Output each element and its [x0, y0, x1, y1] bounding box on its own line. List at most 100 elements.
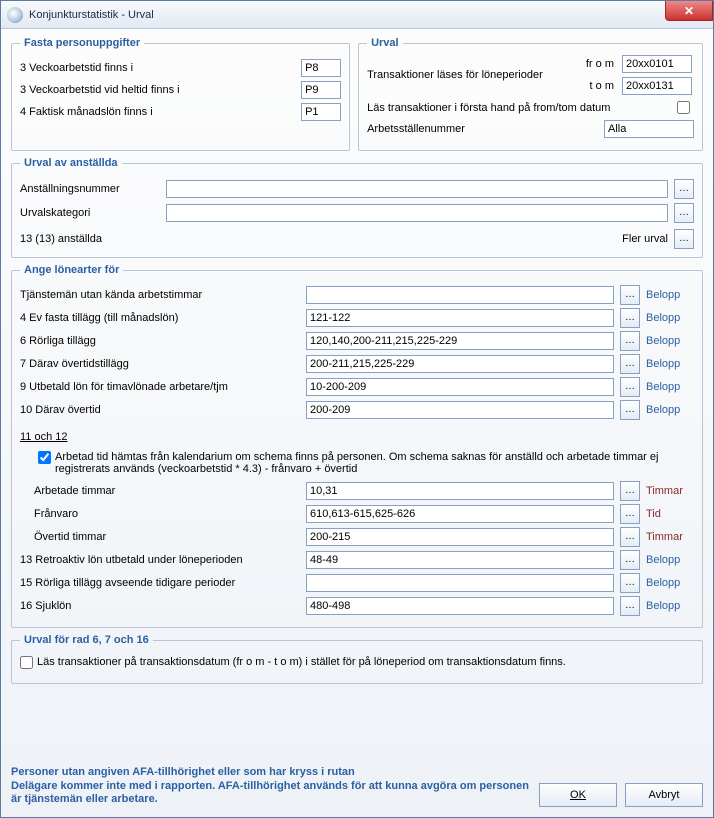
loneart-row: 7 Därav övertidstillägg … Belopp	[20, 354, 694, 374]
loneart2-row: 13 Retroaktiv lön utbetald under löneper…	[20, 550, 694, 570]
loneart2-label: 13 Retroaktiv lön utbetald under löneper…	[20, 554, 300, 566]
loneart2-input[interactable]	[306, 574, 614, 592]
lonearter-subhead: 11 och 12	[20, 431, 68, 443]
fasta-r3-label: 4 Faktisk månadslön finns i	[20, 106, 295, 118]
loneart2-unit-link[interactable]: Belopp	[646, 577, 694, 589]
lonearter-check-label: Arbetad tid hämtas från kalendarium om s…	[55, 451, 694, 475]
urval-to-input[interactable]	[622, 77, 692, 95]
loneart2-label: Frånvaro	[20, 508, 300, 520]
anst-count: 13 (13) anställda	[20, 233, 102, 245]
anst-nr-input[interactable]	[166, 180, 668, 198]
footer: Personer utan angiven AFA-tillhörighet e…	[1, 762, 713, 817]
anst-nr-browse[interactable]: …	[674, 179, 694, 199]
urval-arbsts-input[interactable]	[604, 120, 694, 138]
urval6716-legend: Urval för rad 6, 7 och 16	[20, 634, 153, 646]
urval-to-label: t o m	[570, 80, 614, 92]
urval-anst-legend: Urval av anställda	[20, 157, 122, 169]
fasta-r1-input[interactable]	[301, 59, 341, 77]
lonearter-check-11-12[interactable]	[38, 451, 51, 464]
close-button[interactable]: ✕	[665, 1, 713, 21]
loneart-browse[interactable]: …	[620, 377, 640, 397]
fasta-r2-input[interactable]	[301, 81, 341, 99]
loneart-label: 6 Rörliga tillägg	[20, 335, 300, 347]
loneart2-label: 15 Rörliga tillägg avseende tidigare per…	[20, 577, 300, 589]
loneart-label: 7 Därav övertidstillägg	[20, 358, 300, 370]
urval-6-7-16-group: Urval för rad 6, 7 och 16 Läs transaktio…	[11, 634, 703, 684]
loneart2-browse[interactable]: …	[620, 596, 640, 616]
loneart2-input[interactable]	[306, 528, 614, 546]
urval-group: Urval Transaktioner läses för löneperiod…	[358, 37, 703, 151]
loneart2-label: 16 Sjuklön	[20, 600, 300, 612]
cancel-button[interactable]: Avbryt	[625, 783, 703, 807]
urval-from-input[interactable]	[622, 55, 692, 73]
loneart2-input[interactable]	[306, 597, 614, 615]
loneart2-unit-link[interactable]: Timmar	[646, 531, 694, 543]
loneart2-browse[interactable]: …	[620, 504, 640, 524]
anst-kat-browse[interactable]: …	[674, 203, 694, 223]
loneart-unit-link[interactable]: Belopp	[646, 381, 694, 393]
loneart-input[interactable]	[306, 378, 614, 396]
loneart-unit-link[interactable]: Belopp	[646, 358, 694, 370]
loneart2-input[interactable]	[306, 482, 614, 500]
loneart2-unit-link[interactable]: Belopp	[646, 600, 694, 612]
loneart-row: 4 Ev fasta tillägg (till månadslön) … Belo…	[20, 308, 694, 328]
loneart-input[interactable]	[306, 309, 614, 327]
fler-urval-button[interactable]: …	[674, 229, 694, 249]
loneart-input[interactable]	[306, 355, 614, 373]
fasta-r1-label: 3 Veckoarbetstid finns i	[20, 62, 295, 74]
loneart-unit-link[interactable]: Belopp	[646, 312, 694, 324]
loneart2-input[interactable]	[306, 551, 614, 569]
loneart-label: 4 Ev fasta tillägg (till månadslön)	[20, 312, 300, 324]
loneart2-input[interactable]	[306, 505, 614, 523]
loneart-row: 9 Utbetald lön för timavlönade arbetare/…	[20, 377, 694, 397]
lonearter-group: Ange lönearter för Tjänstemän utan kända…	[11, 264, 703, 628]
ok-button[interactable]: OK	[539, 783, 617, 807]
loneart2-browse[interactable]: …	[620, 573, 640, 593]
loneart2-unit-link[interactable]: Timmar	[646, 485, 694, 497]
footer-info: Personer utan angiven AFA-tillhörighet e…	[11, 766, 531, 807]
lonearter-legend: Ange lönearter för	[20, 264, 123, 276]
loneart-unit-link[interactable]: Belopp	[646, 289, 694, 301]
loneart2-browse[interactable]: …	[620, 550, 640, 570]
loneart2-row: 16 Sjuklön … Belopp	[20, 596, 694, 616]
loneart-label: Tjänstemän utan kända arbetstimmar	[20, 289, 300, 301]
loneart-browse[interactable]: …	[620, 285, 640, 305]
app-icon	[7, 7, 23, 23]
loneart2-row: 15 Rörliga tillägg avseende tidigare per…	[20, 573, 694, 593]
loneart-label: 10 Därav övertid	[20, 404, 300, 416]
loneart-row: 10 Därav övertid … Belopp	[20, 400, 694, 420]
urval-legend: Urval	[367, 37, 403, 49]
anst-nr-label: Anställningsnummer	[20, 183, 160, 195]
anst-kat-label: Urvalskategori	[20, 207, 160, 219]
urval6716-check[interactable]	[20, 656, 33, 669]
loneart2-row: Övertid timmar…Timmar	[20, 527, 694, 547]
anst-kat-input[interactable]	[166, 204, 668, 222]
fler-urval-label: Fler urval	[622, 233, 668, 245]
loneart-browse[interactable]: …	[620, 400, 640, 420]
fasta-r3-input[interactable]	[301, 103, 341, 121]
loneart2-row: Arbetade timmar … Timmar	[20, 481, 694, 501]
urval-check[interactable]	[677, 101, 690, 114]
loneart-unit-link[interactable]: Belopp	[646, 404, 694, 416]
loneart2-label: Arbetade timmar	[20, 485, 300, 497]
loneart-browse[interactable]: …	[620, 354, 640, 374]
close-icon: ✕	[684, 4, 694, 18]
loneart-browse[interactable]: …	[620, 308, 640, 328]
loneart-input[interactable]	[306, 401, 614, 419]
loneart2-unit-link[interactable]: Belopp	[646, 554, 694, 566]
urval-from-label: fr o m	[570, 58, 614, 70]
fasta-personuppgifter-group: Fasta personuppgifter 3 Veckoarbetstid f…	[11, 37, 350, 151]
loneart-input[interactable]	[306, 286, 614, 304]
fasta-r2-label: 3 Veckoarbetstid vid heltid finns i	[20, 84, 295, 96]
loneart-row: Tjänstemän utan kända arbetstimmar … Belop…	[20, 285, 694, 305]
loneart2-browse[interactable]: …	[620, 481, 640, 501]
footer-text-2: Delägare kommer inte med i rapporten. AF…	[11, 780, 531, 808]
loneart-unit-link[interactable]: Belopp	[646, 335, 694, 347]
urval-arbsts-label: Arbetsställenummer	[367, 123, 598, 135]
fasta-legend: Fasta personuppgifter	[20, 37, 144, 49]
loneart-label: 9 Utbetald lön för timavlönade arbetare/…	[20, 381, 300, 393]
loneart2-unit-link[interactable]: Tid	[646, 508, 694, 520]
loneart-input[interactable]	[306, 332, 614, 350]
loneart-browse[interactable]: …	[620, 331, 640, 351]
loneart2-browse[interactable]: …	[620, 527, 640, 547]
